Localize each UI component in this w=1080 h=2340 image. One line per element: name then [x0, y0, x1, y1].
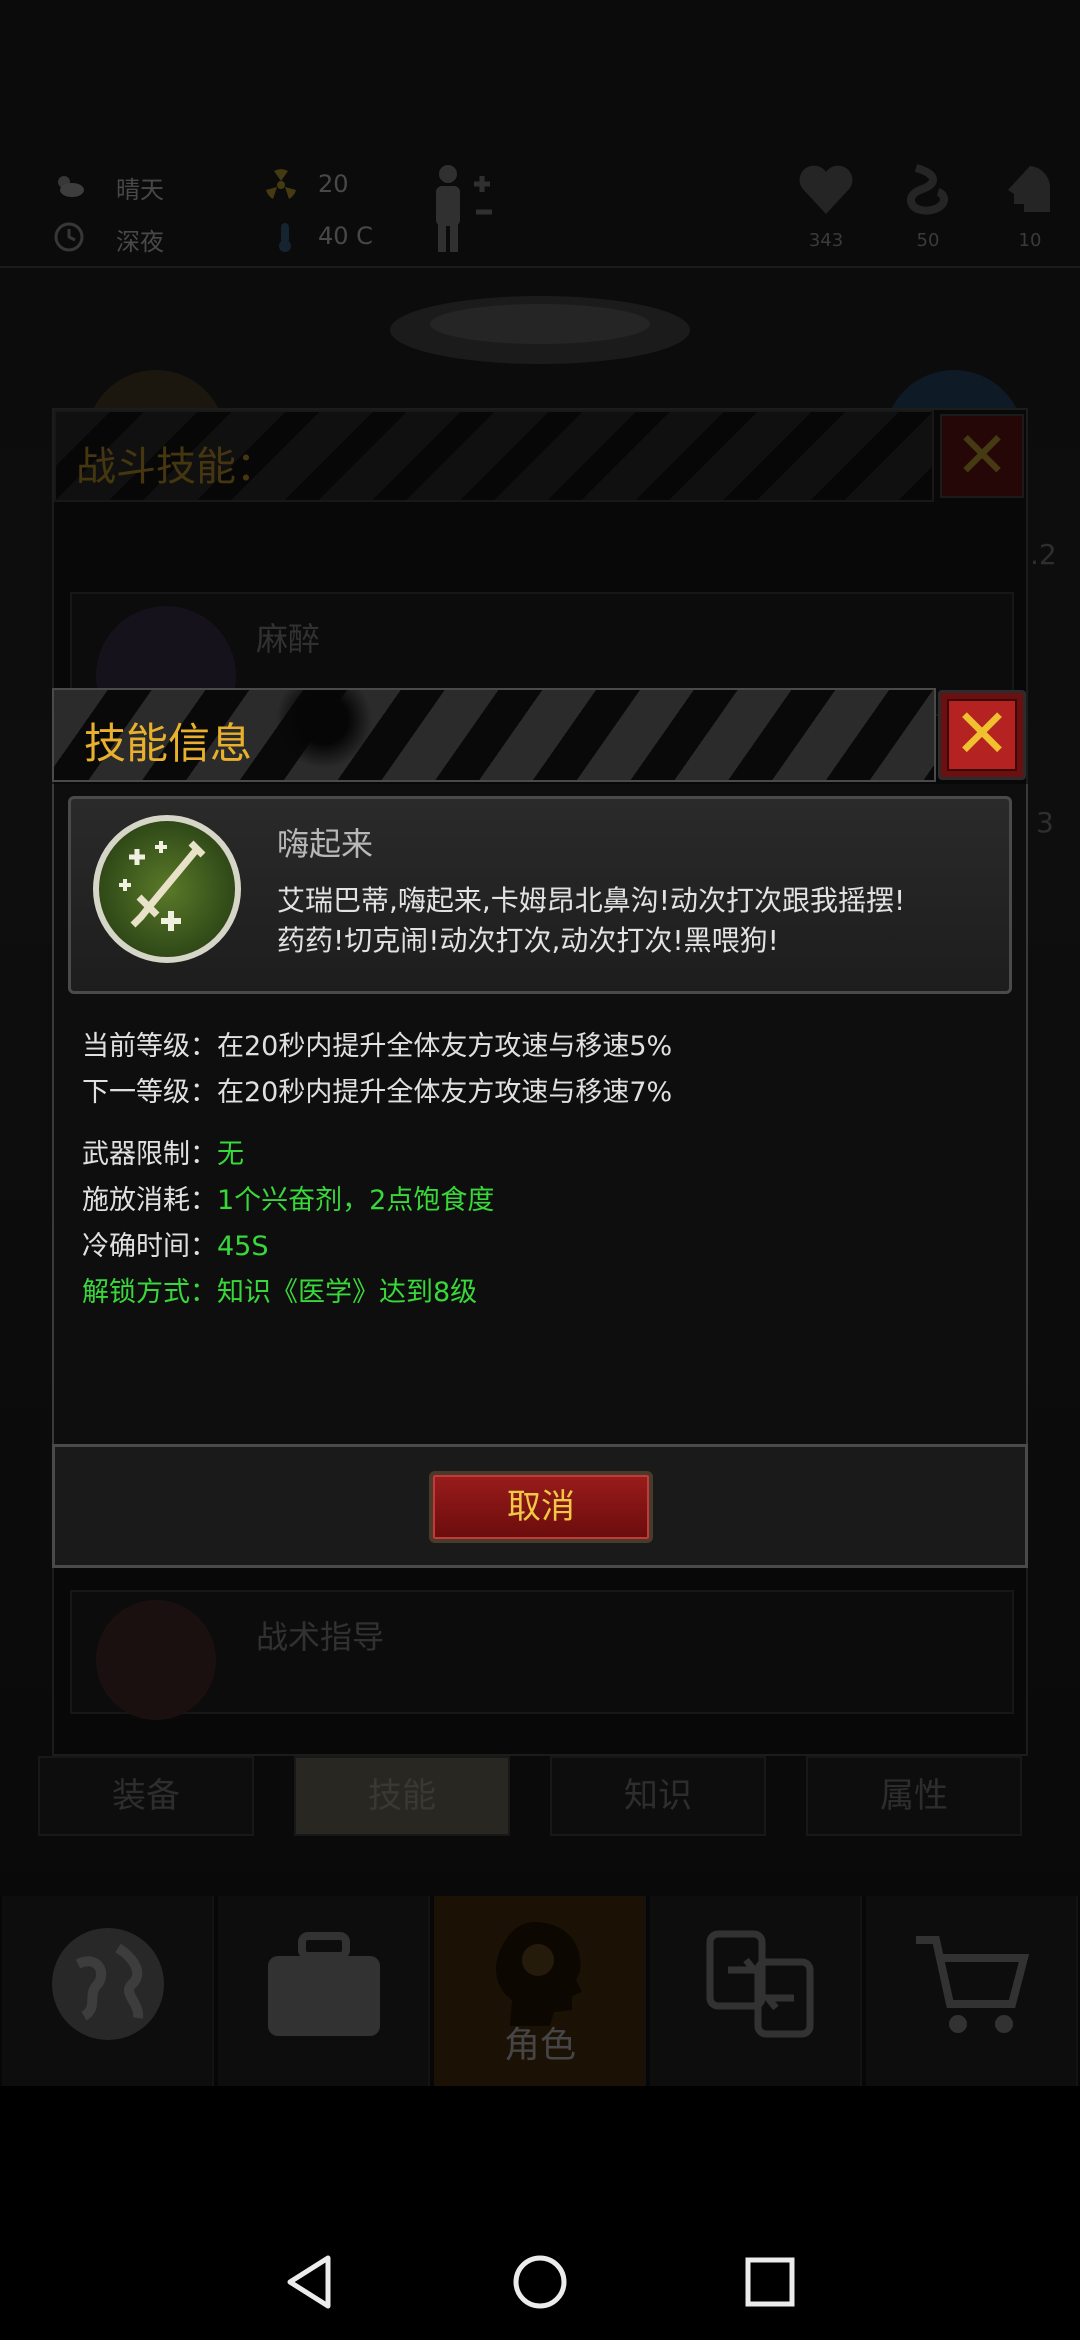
cast-cost-line: 施放消耗：1个兴奋剂，2点饱食度: [82, 1178, 494, 1217]
system-nav-bar: [0, 2200, 1080, 2340]
weapon-limit-value: 无: [217, 1139, 244, 1170]
syringe-plus-icon: [93, 815, 241, 963]
skill-description-line: 艾瑞巴蒂,嗨起来,卡姆昂北鼻沟!动次打次跟我摇摆!: [277, 884, 906, 917]
dialog-close-button[interactable]: ✕: [938, 690, 1026, 780]
current-level-label: 当前等级：: [82, 1031, 217, 1062]
skill-card: 嗨起来 艾瑞巴蒂,嗨起来,卡姆昂北鼻沟!动次打次跟我摇摆! 药药!切克闹!动次打…: [68, 796, 1012, 994]
cooldown-label: 冷确时间：: [82, 1231, 217, 1262]
skill-description-line: 药药!切克闹!动次打次,动次打次!黑喂狗!: [277, 924, 779, 957]
dialog-title: 技能信息: [84, 719, 253, 768]
recents-icon[interactable]: [744, 2256, 796, 2308]
dialog-body: 嗨起来 艾瑞巴蒂,嗨起来,卡姆昂北鼻沟!动次打次跟我摇摆! 药药!切克闹!动次打…: [52, 784, 1028, 1532]
next-level-label: 下一等级：: [82, 1077, 217, 1108]
dialog-title-bar: 技能信息: [52, 688, 936, 782]
skill-name: 嗨起来: [277, 825, 374, 863]
skill-info-dialog: 技能信息 ✕ 嗨起来 艾瑞巴蒂,嗨起来,卡姆昂北鼻沟!动次打次跟我摇摆! 药药!…: [52, 688, 1028, 1568]
current-level-value: 在20秒内提升全体友方攻速与移速5%: [217, 1031, 673, 1062]
back-icon[interactable]: [284, 2254, 334, 2310]
close-icon: ✕: [953, 695, 1011, 774]
weapon-limit-label: 武器限制：: [82, 1139, 217, 1170]
cast-cost-value: 1个兴奋剂，2点饱食度: [217, 1185, 495, 1216]
game-screen: 晴天 深夜 20 40 C 343 50 10 战斗技能： ✕ 麻醉 战术指导 …: [0, 0, 1080, 2086]
current-level-line: 当前等级：在20秒内提升全体友方攻速与移速5%: [82, 1024, 672, 1063]
unlock-line: 解锁方式：知识《医学》达到8级: [82, 1277, 478, 1308]
cooldown-value: 45S: [217, 1231, 269, 1262]
weapon-limit-line: 武器限制：无: [82, 1132, 244, 1171]
dialog-footer: 取消: [52, 1444, 1028, 1568]
next-level-line: 下一等级：在20秒内提升全体友方攻速与移速7%: [82, 1070, 672, 1109]
skill-description: 艾瑞巴蒂,嗨起来,卡姆昂北鼻沟!动次打次跟我摇摆! 药药!切克闹!动次打次,动次…: [277, 881, 997, 961]
next-level-value: 在20秒内提升全体友方攻速与移速7%: [217, 1077, 673, 1108]
cooldown-line: 冷确时间：45S: [82, 1224, 269, 1263]
cancel-button[interactable]: 取消: [429, 1471, 653, 1543]
home-icon[interactable]: [512, 2254, 568, 2310]
cast-cost-label: 施放消耗：: [82, 1185, 217, 1216]
